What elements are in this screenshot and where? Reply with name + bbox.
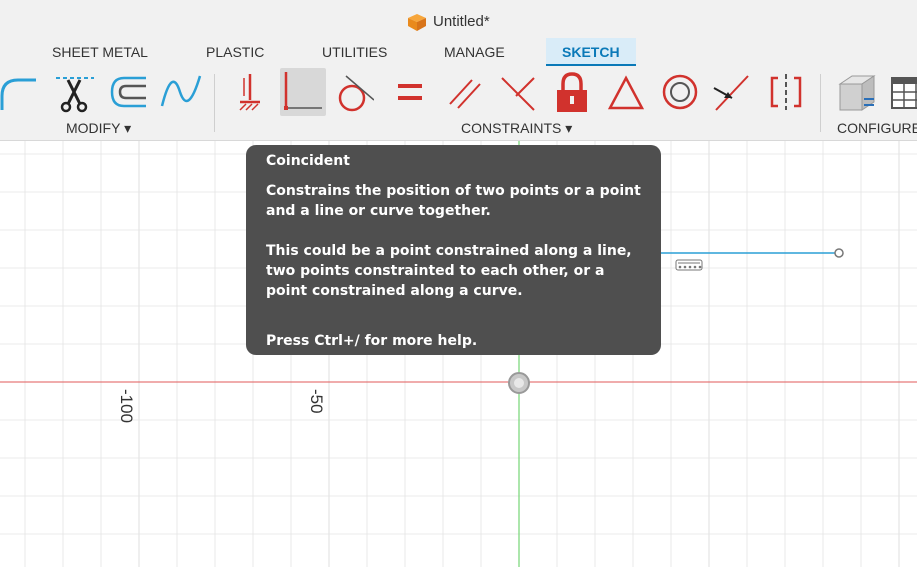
tab-manage[interactable]: MANAGE [444, 44, 505, 60]
fix-icon [239, 74, 260, 111]
equal-icon [398, 84, 422, 100]
equal-button[interactable] [388, 70, 432, 114]
symmetry-button[interactable] [764, 70, 808, 114]
group-divider [820, 74, 821, 132]
offset-button[interactable] [106, 70, 150, 114]
origin-point-center [514, 378, 524, 388]
tangent-icon [338, 75, 374, 112]
tooltip-description: Constrains the position of two points or… [266, 183, 641, 219]
triangle-button[interactable] [604, 70, 648, 114]
table-button[interactable] [888, 70, 917, 114]
perpendicular-icon [501, 77, 535, 111]
toolbar-ribbon: MODIFY ▾ CONSTRAINTS ▾ CONFIGURE [0, 66, 917, 141]
midpoint-icon [713, 75, 749, 111]
parallel-button[interactable] [442, 70, 486, 114]
midpoint-button[interactable] [710, 70, 754, 114]
tooltip-detail: This could be a point constrained along … [266, 243, 632, 299]
configure-box-button[interactable] [834, 70, 878, 114]
triangle-icon [607, 75, 645, 110]
workspace-tabs: SHEET METAL PLASTIC UTILITIES MANAGE SKE… [0, 38, 917, 68]
group-divider [214, 74, 215, 132]
configure-group-label[interactable]: CONFIGURE [837, 120, 917, 136]
spline-icon [160, 75, 202, 107]
trim-icon [56, 77, 94, 113]
lock-button[interactable] [550, 70, 594, 114]
tab-sheet-metal[interactable]: SHEET METAL [52, 44, 148, 60]
coincident-icon [284, 72, 322, 110]
tab-utilities[interactable]: UTILITIES [322, 44, 387, 60]
symmetry-icon [770, 74, 802, 110]
tab-plastic[interactable]: PLASTIC [206, 44, 264, 60]
horizontal-constraint-icon[interactable] [675, 259, 703, 271]
perpendicular-button[interactable] [496, 70, 540, 114]
fix-button[interactable] [228, 70, 272, 114]
app-cube-icon [408, 14, 426, 31]
table-icon [891, 77, 917, 109]
concentric-icon [662, 74, 698, 110]
modify-group-label[interactable]: MODIFY ▾ [66, 120, 131, 137]
coincident-button[interactable] [280, 68, 326, 116]
tab-sketch[interactable]: SKETCH [546, 38, 636, 67]
parallel-icon [449, 79, 481, 109]
tangent-button[interactable] [330, 70, 374, 114]
sketch-endpoint[interactable] [834, 248, 844, 258]
tooltip-help-hint: Press Ctrl+/ for more help. [266, 333, 478, 349]
spline-button[interactable] [158, 70, 202, 114]
tooltip-title: Coincident [266, 153, 350, 169]
concentric-button[interactable] [658, 70, 702, 114]
lock-icon [557, 72, 587, 112]
document-title: Untitled* [433, 13, 490, 30]
constraints-group-label[interactable]: CONSTRAINTS ▾ [461, 120, 572, 137]
fillet-button[interactable] [0, 70, 40, 114]
axis-tick-label: -100 [117, 389, 136, 424]
fillet-icon [0, 78, 36, 110]
offset-icon [110, 76, 146, 108]
axis-tick-label: -50 [307, 389, 326, 414]
trim-button[interactable] [54, 70, 98, 114]
configure-box-icon [838, 75, 876, 111]
coincident-tooltip: Coincident Constrains the position of tw… [246, 145, 661, 355]
